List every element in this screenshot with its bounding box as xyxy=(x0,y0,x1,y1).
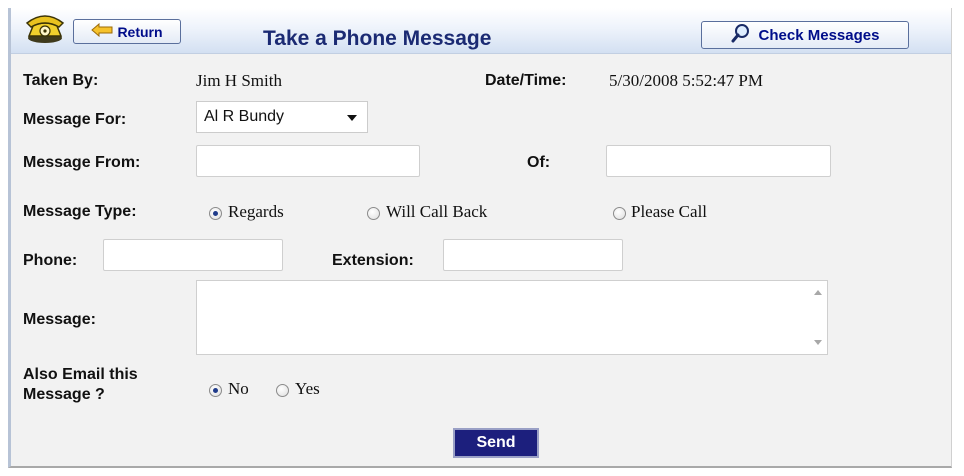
page-title: Take a Phone Message xyxy=(263,27,492,50)
regards-label: Regards xyxy=(228,202,284,221)
extension-input[interactable] xyxy=(443,239,623,271)
scroll-up-icon[interactable] xyxy=(814,290,822,295)
message-from-label: Message From: xyxy=(23,154,141,171)
datetime-value: 5/30/2008 5:52:47 PM xyxy=(609,71,763,90)
message-label: Message: xyxy=(23,311,96,328)
will-call-back-label: Will Call Back xyxy=(386,202,488,221)
check-messages-button[interactable]: Check Messages xyxy=(701,21,909,49)
also-email-label-line1: Also Email this xyxy=(23,366,138,383)
taken-by-value: Jim H Smith xyxy=(196,71,282,90)
extension-label: Extension: xyxy=(332,252,414,269)
phone-label: Phone: xyxy=(23,252,78,269)
taken-by-label: Taken By: xyxy=(23,72,99,89)
scroll-down-icon[interactable] xyxy=(814,340,822,345)
chevron-down-icon xyxy=(347,115,357,121)
email-no-radio[interactable] xyxy=(209,384,222,397)
message-for-select[interactable]: Al R Bundy xyxy=(196,101,368,133)
email-yes-radio[interactable] xyxy=(276,384,289,397)
also-email-label-line2: Message ? xyxy=(23,386,105,403)
of-input[interactable] xyxy=(606,145,831,177)
send-button[interactable]: Send xyxy=(453,428,539,458)
left-arrow-icon xyxy=(91,22,113,40)
message-type-label: Message Type: xyxy=(23,203,137,220)
email-yes-label: Yes xyxy=(295,379,320,398)
email-no-label: No xyxy=(228,379,249,398)
phone-message-panel: Return Take a Phone Message Check Messag… xyxy=(8,8,952,468)
return-button[interactable]: Return xyxy=(73,19,181,44)
phone-input[interactable] xyxy=(103,239,283,271)
datetime-label: Date/Time: xyxy=(485,72,567,89)
message-for-selected: Al R Bundy xyxy=(204,108,285,125)
message-for-label: Message For: xyxy=(23,111,127,128)
textarea-scrollbar[interactable] xyxy=(810,281,827,354)
regards-radio[interactable] xyxy=(209,207,222,220)
message-textarea[interactable] xyxy=(196,280,828,355)
telephone-icon xyxy=(23,12,67,44)
panel-header: Return Take a Phone Message Check Messag… xyxy=(11,8,951,54)
return-label: Return xyxy=(117,23,163,40)
please-call-label: Please Call xyxy=(631,202,708,221)
of-label: Of: xyxy=(527,154,551,171)
message-from-input[interactable] xyxy=(196,145,420,177)
please-call-radio[interactable] xyxy=(613,207,626,220)
check-messages-label: Check Messages xyxy=(758,26,880,44)
also-email-label: Also Email this Message ? xyxy=(23,365,138,405)
will-call-back-radio[interactable] xyxy=(367,207,380,220)
magnifier-icon xyxy=(731,23,751,47)
